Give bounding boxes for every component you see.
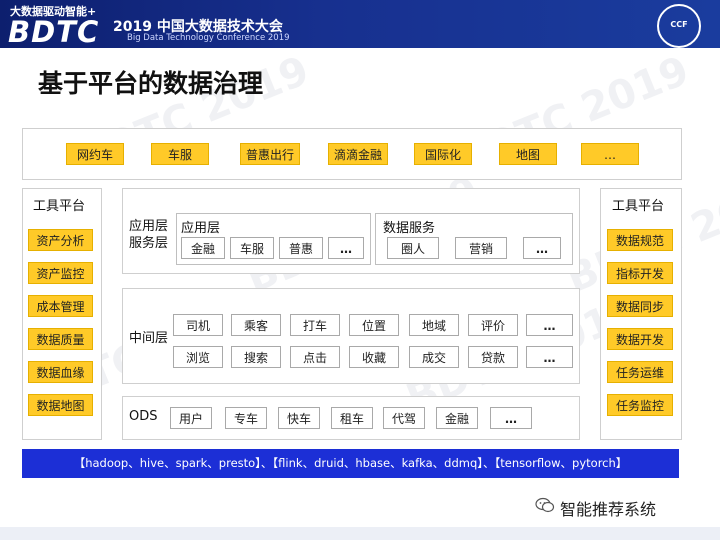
middle-chip: 地域 [409,314,459,336]
business-chip: … [581,143,639,165]
app-service-layer-panel: 应用层 服务层 应用层 金融 车服 普惠 … 数据服务 圈人 营销 … [122,188,580,274]
ods-chip: 快车 [278,407,320,429]
ods-layer-panel: ODS 用户 专车 快车 租车 代驾 金融 … [122,396,580,440]
app-box-title: 应用层 [181,221,221,236]
middle-chip: 点击 [290,346,340,368]
seal-text: CCF [670,20,688,29]
business-chip: 普惠出行 [240,143,300,165]
middle-chip: 成交 [409,346,459,368]
slide-title: 基于平台的数据治理 [38,69,264,98]
middle-chip: 浏览 [173,346,223,368]
ods-chip: 用户 [170,407,212,429]
middle-chip: 评价 [468,314,518,336]
right-tool-chip: 数据规范 [607,229,673,251]
right-tool-chip: 任务运维 [607,361,673,383]
app-chip: 金融 [181,237,225,259]
business-chip: 地图 [499,143,557,165]
left-tools-panel: 工具平台 资产分析 资产监控 成本管理 数据质量 数据血缘 数据地图 [22,188,102,440]
tech-stack-bar: 【hadoop、hive、spark、presto】、【flink、druid、… [22,449,679,478]
service-layer-label: 服务层 [129,236,169,251]
middle-chip: 贷款 [468,346,518,368]
app-chip: 普惠 [279,237,323,259]
middle-chip: 位置 [349,314,399,336]
left-tool-chip: 资产分析 [28,229,93,251]
ods-chip: 专车 [225,407,267,429]
wechat-account-label: 智能推荐系统 [560,500,657,519]
brand-logo: BDTC [8,15,100,49]
right-tools-panel: 工具平台 数据规范 指标开发 数据同步 数据开发 任务运维 任务监控 [600,188,682,440]
right-tools-heading: 工具平台 [612,199,665,214]
right-tool-chip: 指标开发 [607,262,673,284]
service-chip: … [523,237,561,259]
middle-chip: 司机 [173,314,223,336]
service-chip: 营销 [455,237,507,259]
ods-layer-label: ODS [129,409,158,424]
middle-chip: 打车 [290,314,340,336]
middle-chip: … [526,314,573,336]
bottom-strip [0,527,720,540]
business-chip: 国际化 [414,143,472,165]
ccf-seal-icon: CCF [657,4,701,48]
app-box: 应用层 金融 车服 普惠 … [176,213,371,265]
ods-chip: … [490,407,532,429]
left-tool-chip: 数据血缘 [28,361,93,383]
left-tool-chip: 资产监控 [28,262,93,284]
wechat-icon [535,497,555,513]
left-tool-chip: 数据质量 [28,328,93,350]
service-chip: 圈人 [387,237,439,259]
business-chip: 滴滴金融 [328,143,388,165]
business-chip: 车服 [151,143,209,165]
ods-chip: 租车 [331,407,373,429]
left-tools-heading: 工具平台 [33,199,86,214]
right-tool-chip: 任务监控 [607,394,673,416]
middle-chip: 乘客 [231,314,281,336]
middle-layer-label: 中间层 [129,331,169,346]
middle-chip: … [526,346,573,368]
conference-header: 大数据驱动智能+ BDTC 2019 中国大数据技术大会 Big Data Te… [0,0,720,49]
left-tool-chip: 成本管理 [28,295,93,317]
right-tool-chip: 数据同步 [607,295,673,317]
right-tool-chip: 数据开发 [607,328,673,350]
middle-layer-panel: 中间层 司机 乘客 打车 位置 地域 评价 … 浏览 搜索 点击 收藏 成交 贷… [122,288,580,384]
middle-chip: 收藏 [349,346,399,368]
business-chip: 网约车 [66,143,124,165]
conference-subtitle: Big Data Technology Conference 2019 [127,33,290,43]
business-lines-panel: 网约车 车服 普惠出行 滴滴金融 国际化 地图 … [22,128,682,180]
left-tool-chip: 数据地图 [28,394,93,416]
data-service-box: 数据服务 圈人 营销 … [375,213,573,265]
data-service-title: 数据服务 [383,221,436,236]
ods-chip: 金融 [436,407,478,429]
ods-chip: 代驾 [383,407,425,429]
middle-chip: 搜索 [231,346,281,368]
app-chip: 车服 [230,237,274,259]
app-chip: … [328,237,364,259]
